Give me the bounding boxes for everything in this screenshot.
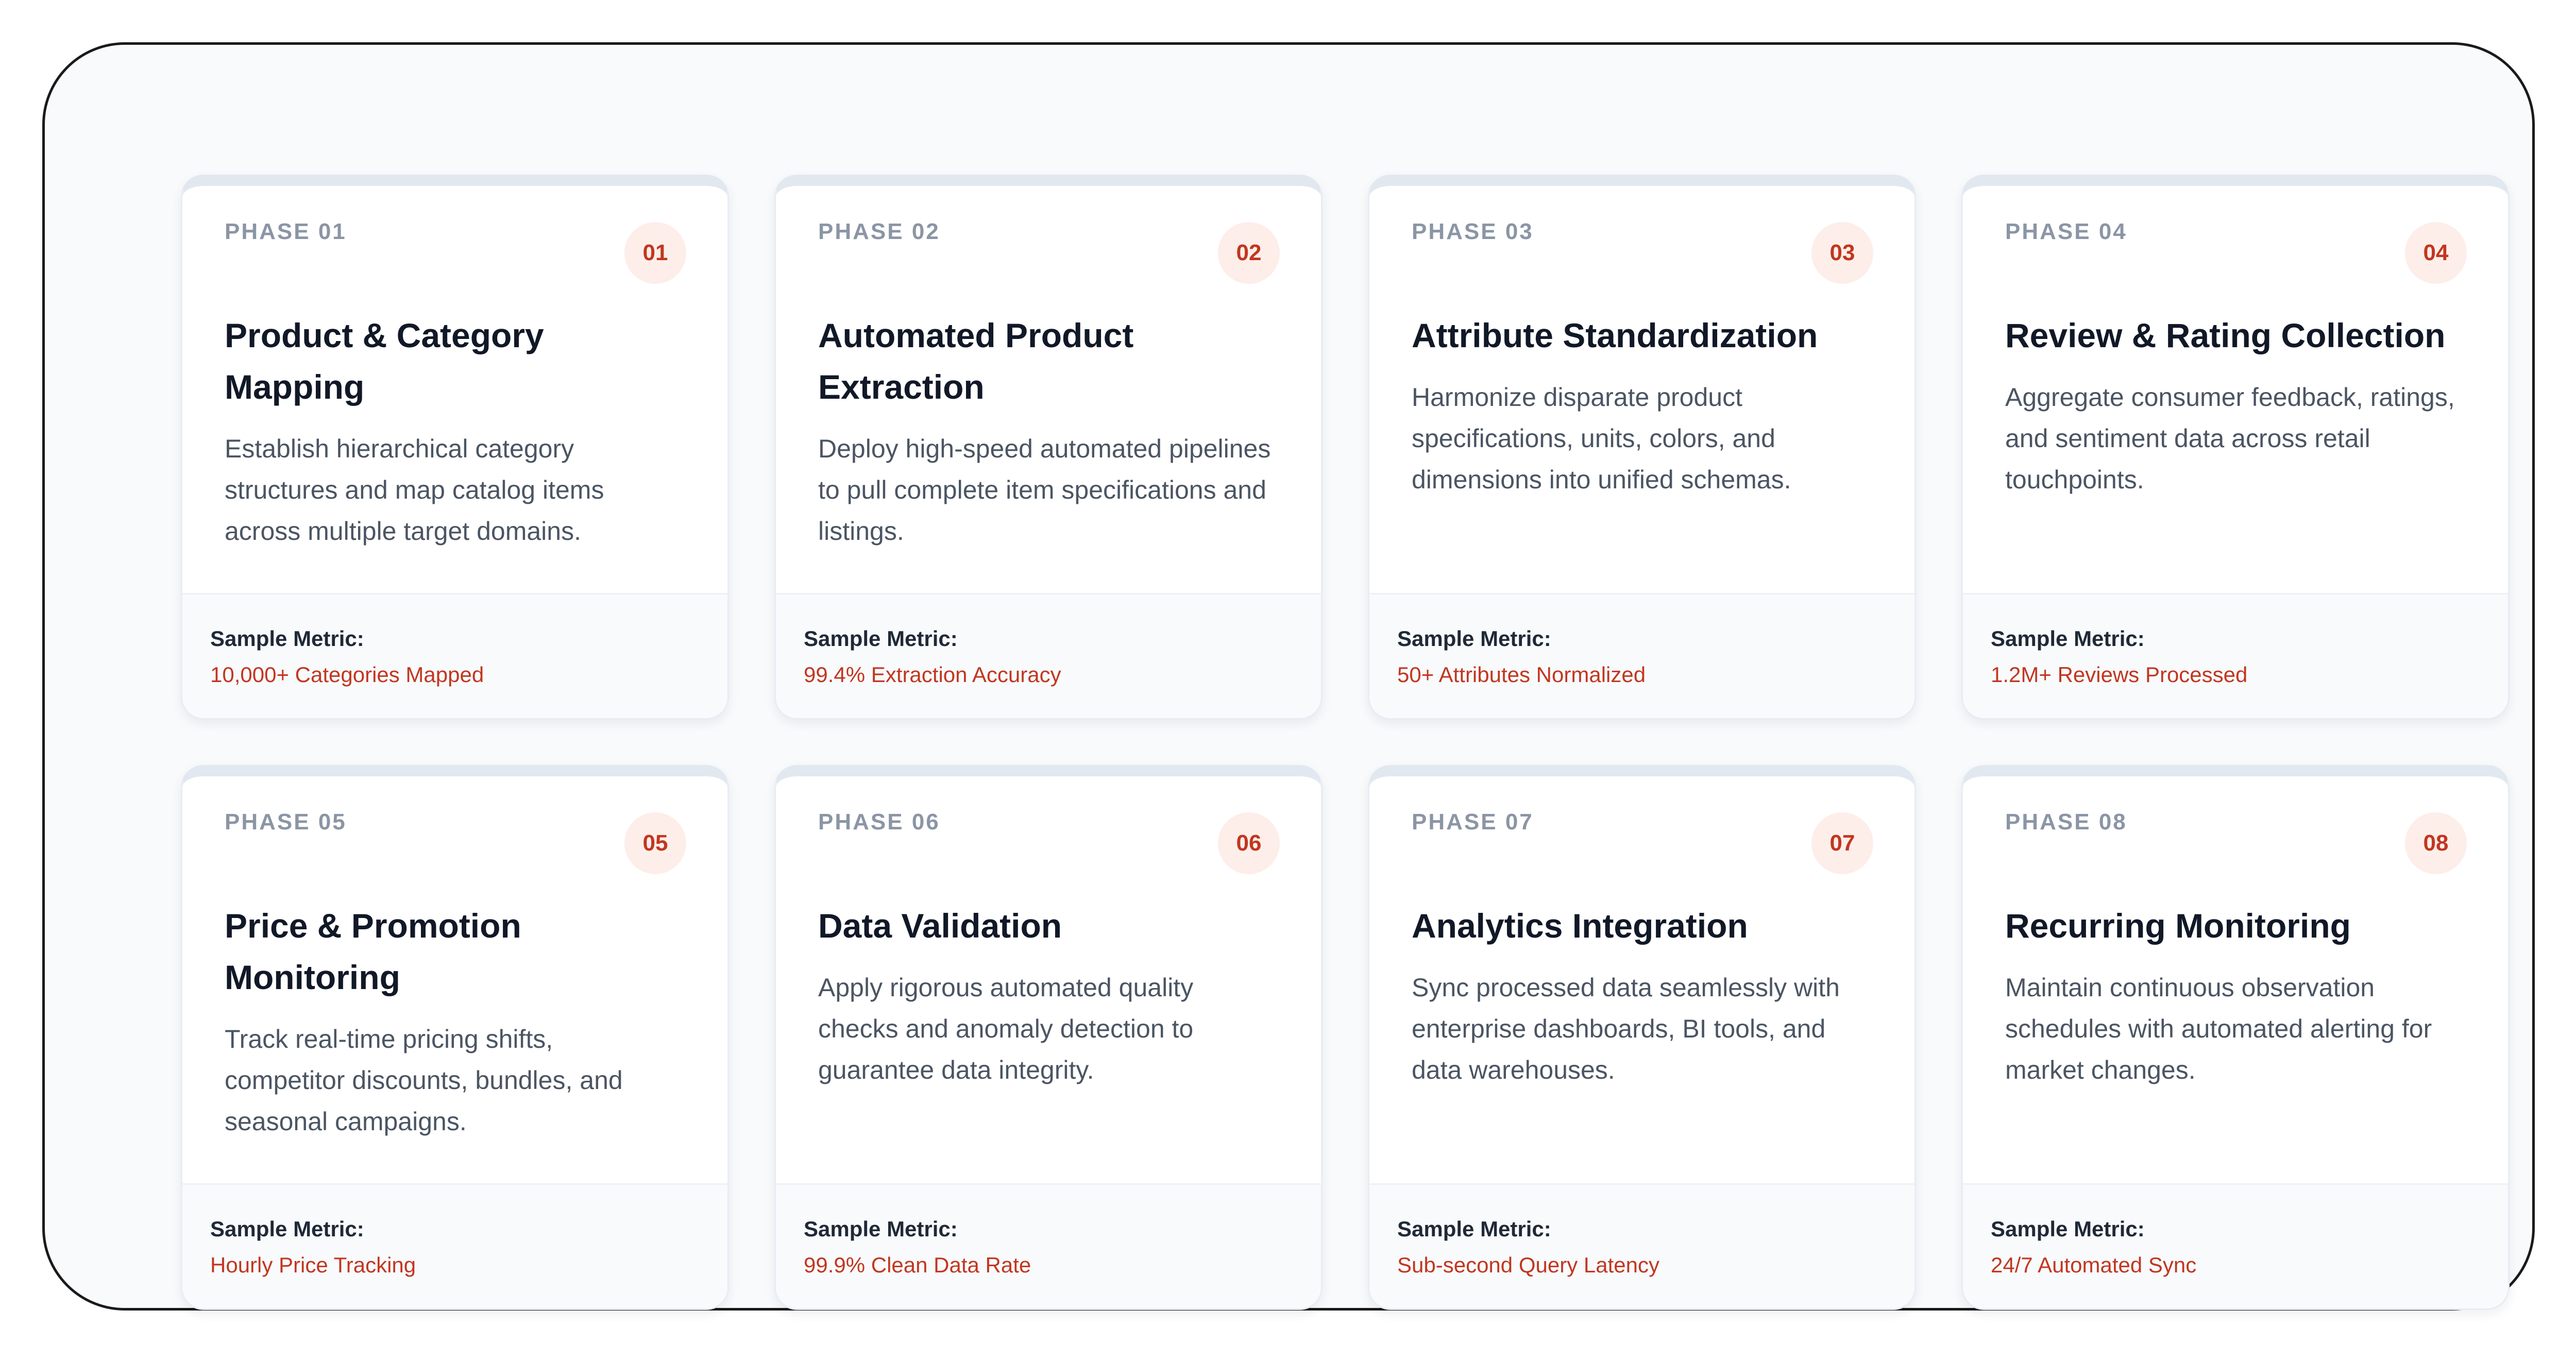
card-description: Harmonize disparate product specificatio… — [1412, 383, 1791, 494]
phase-number-badge: 03 — [1811, 222, 1873, 284]
phase-label: PHASE 08 — [2005, 809, 2127, 835]
card-footer: Sample Metric: 99.4% Extraction Accuracy — [776, 593, 1321, 718]
phase-label: PHASE 07 — [1412, 809, 1534, 835]
phase-card-02: PHASE 02 02 Automated Product Extraction… — [774, 175, 1323, 720]
page-frame: PHASE 01 01 Product & Category Mapping E… — [42, 42, 2535, 1311]
metric-value: 99.9% Clean Data Rate — [804, 1253, 1031, 1277]
phase-card-06: PHASE 06 06 Data Validation Apply rigoro… — [774, 765, 1323, 1310]
phase-card-08: PHASE 08 08 Recurring Monitoring Maintai… — [1961, 765, 2510, 1310]
metric-value: Hourly Price Tracking — [210, 1253, 416, 1277]
card-footer: Sample Metric: Hourly Price Tracking — [182, 1183, 727, 1308]
card-title: Analytics Integration — [1412, 907, 1748, 945]
metric-value: 99.4% Extraction Accuracy — [804, 662, 1061, 687]
card-title: Attribute Standardization — [1412, 316, 1818, 354]
metric-value: Sub-second Query Latency — [1397, 1253, 1659, 1277]
metric-label: Sample Metric: — [1397, 1217, 1551, 1241]
card-footer: Sample Metric: Sub-second Query Latency — [1369, 1183, 1914, 1308]
phase-card-05: PHASE 05 05 Price & Promotion Monitoring… — [181, 765, 729, 1310]
metric-value: 24/7 Automated Sync — [1991, 1253, 2197, 1277]
card-title: Data Validation — [818, 907, 1062, 945]
phase-card-01: PHASE 01 01 Product & Category Mapping E… — [181, 175, 729, 720]
metric-value: 1.2M+ Reviews Processed — [1991, 662, 2248, 687]
phase-number-badge: 01 — [624, 222, 686, 284]
metric-label: Sample Metric: — [1991, 626, 2145, 651]
metric-value: 50+ Attributes Normalized — [1397, 662, 1646, 687]
phase-label: PHASE 05 — [225, 809, 347, 835]
metric-value: 10,000+ Categories Mapped — [210, 662, 484, 687]
phase-number-badge: 07 — [1811, 812, 1873, 874]
card-footer: Sample Metric: 24/7 Automated Sync — [1963, 1183, 2508, 1308]
metric-label: Sample Metric: — [1991, 1217, 2145, 1241]
phase-number-badge: 04 — [2405, 222, 2467, 284]
phase-number-badge: 06 — [1218, 812, 1280, 874]
card-description: Deploy high-speed automated pipelines to… — [818, 434, 1271, 546]
card-title: Recurring Monitoring — [2005, 907, 2351, 945]
metric-label: Sample Metric: — [804, 1217, 958, 1241]
card-description: Track real-time pricing shifts, competit… — [225, 1025, 623, 1136]
card-description: Maintain continuous observation schedule… — [2005, 973, 2432, 1084]
metric-label: Sample Metric: — [210, 626, 364, 651]
card-description: Apply rigorous automated quality checks … — [818, 973, 1194, 1084]
metric-label: Sample Metric: — [210, 1217, 364, 1241]
phase-card-04: PHASE 04 04 Review & Rating Collection A… — [1961, 175, 2510, 720]
card-footer: Sample Metric: 10,000+ Categories Mapped — [182, 593, 727, 718]
phase-label: PHASE 03 — [1412, 219, 1534, 244]
phase-number-badge: 02 — [1218, 222, 1280, 284]
phase-number-badge: 08 — [2405, 812, 2467, 874]
phase-label: PHASE 01 — [225, 219, 347, 244]
card-title: Price & Promotion Monitoring — [225, 907, 521, 996]
phase-card-03: PHASE 03 03 Attribute Standardization Ha… — [1368, 175, 1916, 720]
phase-label: PHASE 06 — [818, 809, 940, 835]
phase-card-07: PHASE 07 07 Analytics Integration Sync p… — [1368, 765, 1916, 1310]
card-title: Automated Product Extraction — [818, 316, 1134, 406]
card-description: Aggregate consumer feedback, ratings, an… — [2005, 383, 2455, 494]
card-description: Establish hierarchical category structur… — [225, 434, 604, 546]
phase-grid: PHASE 01 01 Product & Category Mapping E… — [181, 175, 2510, 1310]
card-footer: Sample Metric: 50+ Attributes Normalized — [1369, 593, 1914, 718]
card-description: Sync processed data seamlessly with ente… — [1412, 973, 1840, 1084]
card-footer: Sample Metric: 1.2M+ Reviews Processed — [1963, 593, 2508, 718]
phase-label: PHASE 02 — [818, 219, 940, 244]
metric-label: Sample Metric: — [804, 626, 958, 651]
card-footer: Sample Metric: 99.9% Clean Data Rate — [776, 1183, 1321, 1308]
card-title: Review & Rating Collection — [2005, 316, 2446, 354]
card-title: Product & Category Mapping — [225, 316, 544, 406]
phase-label: PHASE 04 — [2005, 219, 2127, 244]
phase-number-badge: 05 — [624, 812, 686, 874]
metric-label: Sample Metric: — [1397, 626, 1551, 651]
